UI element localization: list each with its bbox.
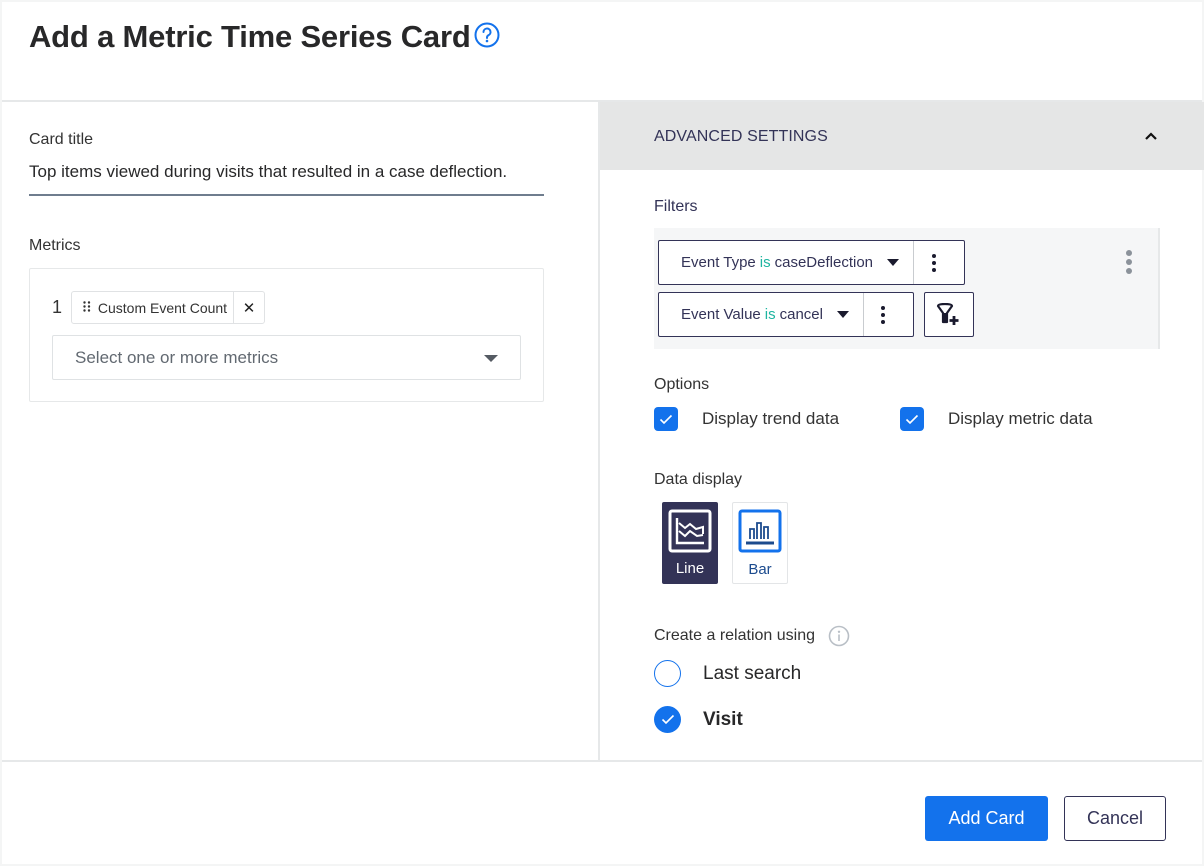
modal-footer: Add Card Cancel (2, 760, 1202, 864)
filters-area: Event Type is caseDeflection Event Value… (654, 228, 1160, 349)
caret-down-icon[interactable] (836, 293, 849, 336)
data-display-line-label: Line (675, 560, 705, 577)
option-display-metric[interactable]: Display metric data (900, 407, 1093, 431)
card-title-underline (29, 194, 544, 196)
radio-label: Visit (703, 708, 743, 730)
metric-index: 1 (52, 297, 63, 317)
relation-option-visit[interactable]: Visit (654, 706, 743, 733)
drag-grip-icon[interactable] (72, 300, 98, 315)
radio-selected[interactable] (654, 706, 681, 733)
radio-unselected[interactable] (654, 660, 681, 687)
chevron-up-icon[interactable] (1144, 129, 1158, 143)
relation-label: Create a relation using (654, 627, 815, 644)
bar-chart-icon (738, 509, 782, 553)
caret-down-icon[interactable] (887, 241, 900, 284)
close-icon[interactable]: ✕ (233, 292, 264, 323)
radio-label: Last search (703, 662, 802, 684)
metrics-box: 1 Custom Event Count ✕ Select one or mor… (29, 268, 544, 402)
filter-value: caseDeflection (774, 254, 874, 271)
caret-down-icon (484, 355, 498, 362)
filter-text[interactable]: Event Value is cancel (659, 293, 823, 336)
checkbox-checked[interactable] (900, 407, 924, 431)
filter-value: cancel (779, 306, 823, 323)
line-chart-icon (668, 509, 712, 553)
filter-text[interactable]: Event Type is caseDeflection (659, 241, 873, 284)
add-filter-button[interactable] (924, 292, 974, 337)
data-display-line-button[interactable]: Line (662, 502, 718, 584)
filter-pill[interactable]: Event Type is caseDeflection (658, 240, 965, 285)
card-title-input[interactable]: Top items viewed during visits that resu… (29, 162, 507, 182)
data-display-bar-label: Bar (748, 561, 772, 578)
filters-label: Filters (654, 198, 698, 215)
filter-operator: is (764, 306, 776, 323)
option-display-trend[interactable]: Display trend data (654, 407, 839, 431)
relation-option-last-search[interactable]: Last search (654, 660, 801, 687)
filter-add-icon (936, 302, 959, 325)
metrics-select-placeholder: Select one or more metrics (75, 348, 279, 367)
advanced-settings-header[interactable]: ADVANCED SETTINGS (600, 102, 1204, 170)
filter-field: Event Value (681, 306, 761, 323)
info-icon[interactable] (828, 625, 850, 647)
help-circle-icon[interactable] (474, 22, 500, 48)
page-title: Add a Metric Time Series Card (29, 19, 471, 54)
option-label: Display metric data (948, 409, 1093, 428)
option-label: Display trend data (702, 409, 840, 428)
cancel-button[interactable]: Cancel (1064, 796, 1166, 841)
metric-chip-label: Custom Event Count (97, 299, 228, 316)
data-display-label: Data display (654, 471, 743, 488)
filter-field: Event Type (681, 254, 756, 271)
filter-operator: is (759, 254, 771, 271)
advanced-settings-panel: ADVANCED SETTINGS Filters Event Type is … (598, 102, 1204, 762)
checkbox-checked[interactable] (654, 407, 678, 431)
add-card-modal: Add a Metric Time Series Card Card title… (2, 2, 1204, 864)
options-label: Options (654, 376, 710, 393)
advanced-settings-title: ADVANCED SETTINGS (654, 128, 828, 145)
metric-chip[interactable]: Custom Event Count ✕ (71, 291, 265, 324)
card-title-label: Card title (29, 131, 94, 148)
modal-header: Add a Metric Time Series Card (2, 2, 1202, 102)
filter-pill[interactable]: Event Value is cancel (658, 292, 914, 337)
data-display-bar-button[interactable]: Bar (732, 502, 788, 584)
more-vertical-icon[interactable] (913, 241, 953, 284)
more-vertical-icon[interactable] (862, 293, 903, 336)
add-card-button[interactable]: Add Card (925, 796, 1048, 841)
metrics-select[interactable]: Select one or more metrics (52, 335, 521, 380)
metrics-label: Metrics (29, 237, 81, 254)
filters-more-icon[interactable] (1126, 250, 1132, 274)
main-form: Card title Top items viewed during visit… (2, 102, 598, 762)
